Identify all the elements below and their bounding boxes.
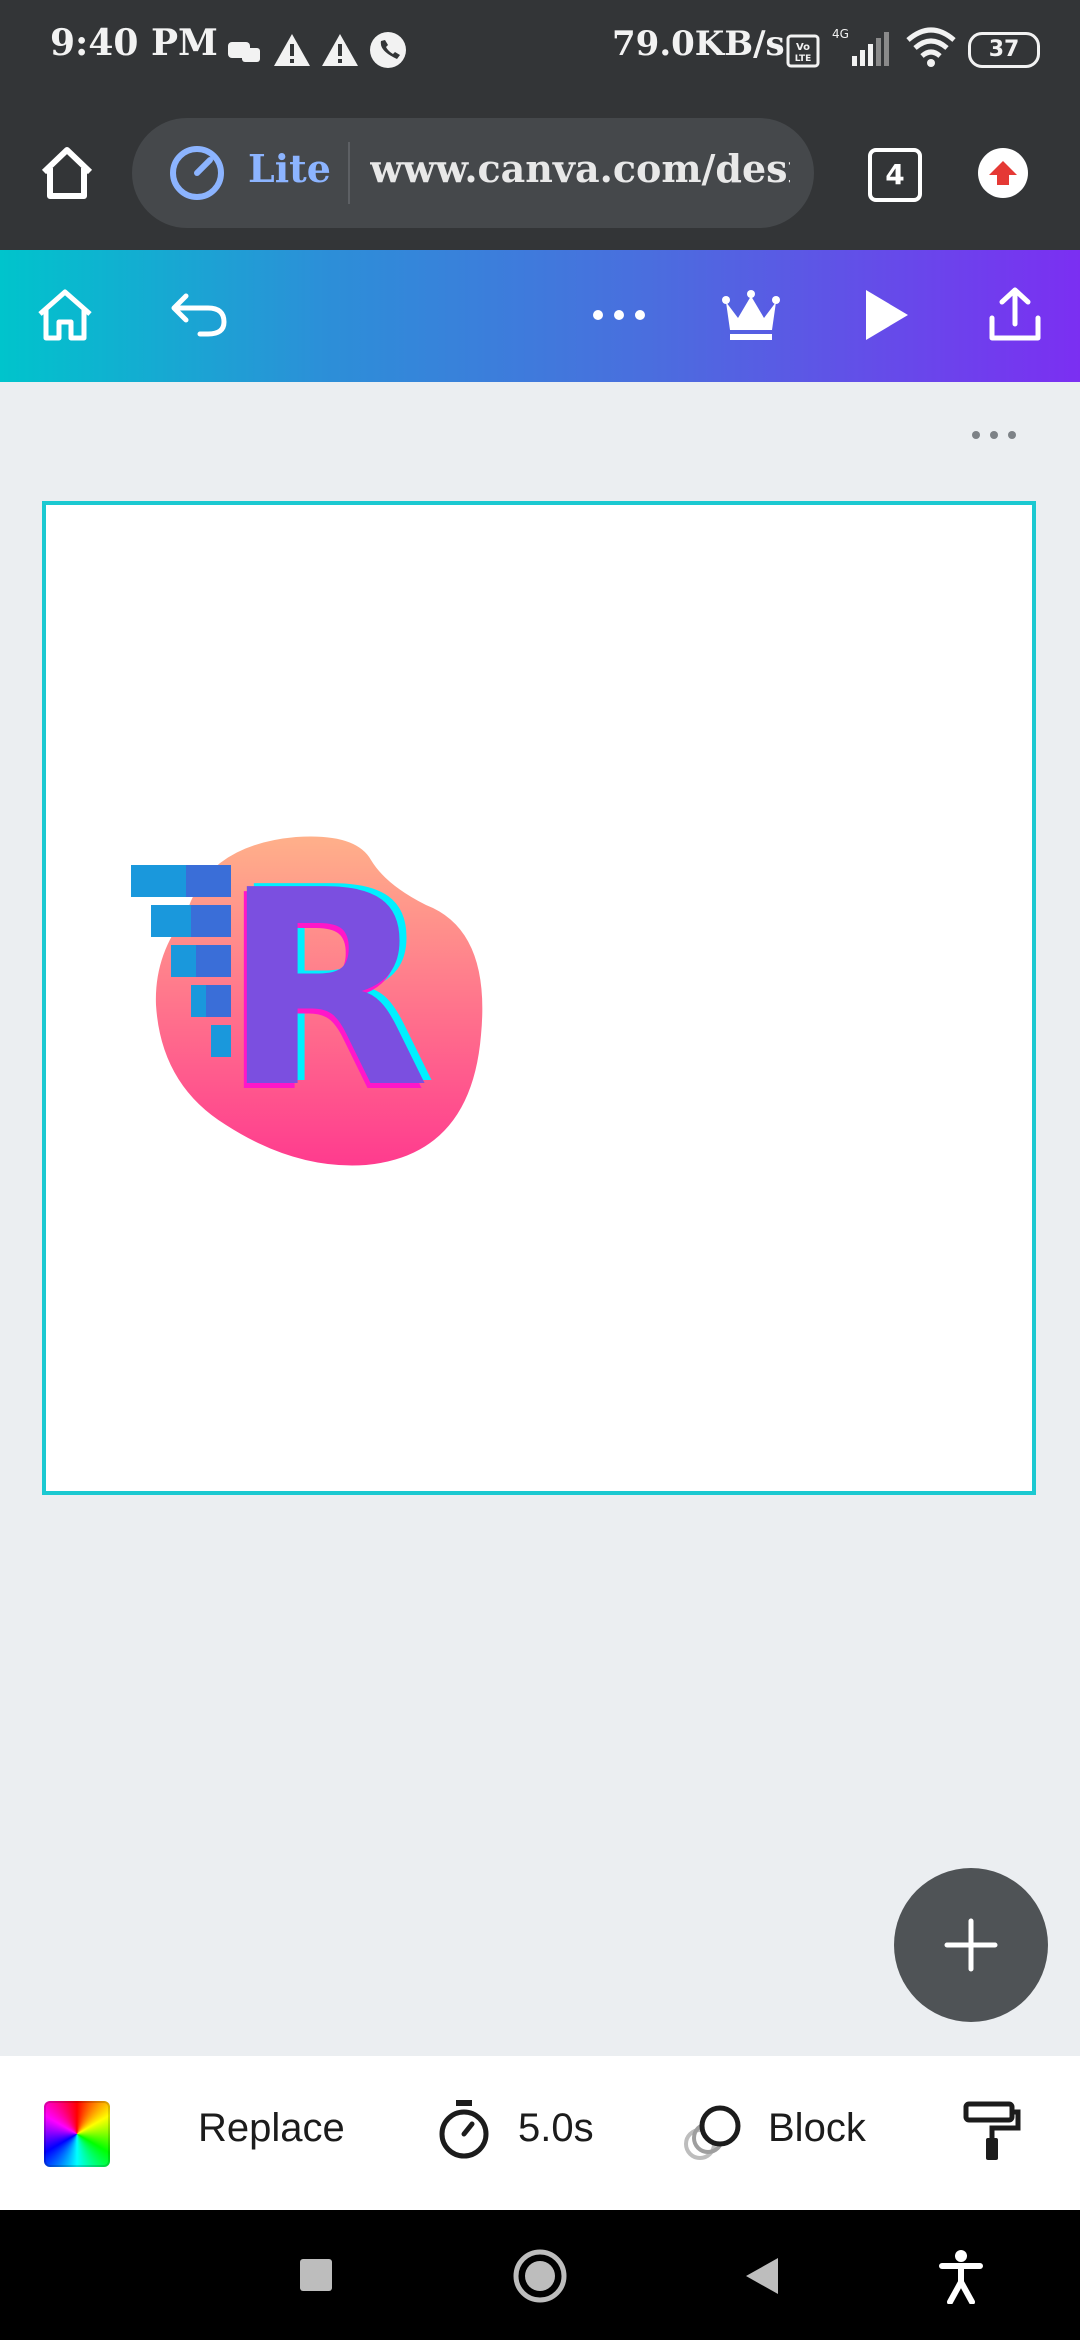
network-speed: 79.0KB/s	[612, 24, 785, 64]
battery-level: 37	[988, 37, 1020, 62]
timer-icon[interactable]	[434, 2096, 494, 2162]
home-icon[interactable]	[32, 282, 98, 348]
upload-badge[interactable]	[978, 148, 1028, 198]
volte-icon: VoLTE	[786, 34, 820, 68]
crown-icon[interactable]	[718, 282, 784, 348]
url-text[interactable]: www.canva.com/design	[370, 146, 790, 191]
tab-switcher-button[interactable]: 4	[868, 148, 922, 202]
add-element-button[interactable]	[894, 1868, 1048, 2022]
warning-icon	[322, 34, 358, 66]
signal-icon: 4G	[832, 27, 889, 66]
url-divider	[348, 142, 350, 204]
paint-roller-icon[interactable]	[960, 2098, 1024, 2164]
logo-graphic[interactable]: R R R	[126, 825, 546, 1185]
duration-button[interactable]: 5.0s	[518, 2106, 594, 2151]
color-picker-button[interactable]	[44, 2101, 110, 2167]
warning-icon	[274, 34, 310, 66]
wifi-icon	[906, 27, 956, 67]
plus-icon	[944, 1918, 998, 1972]
network-type: 4G	[832, 27, 849, 41]
accessibility-icon[interactable]	[936, 2248, 986, 2304]
home-nav-button[interactable]	[512, 2248, 568, 2304]
call-icon	[370, 32, 406, 68]
battery-icon: 37	[968, 32, 1040, 68]
logo-letter-main: R	[222, 832, 430, 1147]
design-page[interactable]: R R R	[42, 501, 1036, 1495]
animate-icon[interactable]	[682, 2098, 744, 2162]
replace-button[interactable]: Replace	[198, 2106, 345, 2151]
speedometer-icon	[170, 146, 224, 200]
svg-text:Vo: Vo	[796, 42, 810, 53]
editor-toolbar	[0, 250, 1080, 382]
status-time: 9:40 PM	[50, 22, 218, 64]
lite-mode-label: Lite	[248, 146, 331, 191]
up-arrow-icon	[989, 161, 1017, 185]
svg-text:LTE: LTE	[795, 54, 812, 64]
more-icon[interactable]	[586, 282, 652, 348]
undo-icon[interactable]	[166, 282, 232, 348]
animation-button[interactable]: Block	[768, 2106, 866, 2151]
page-more-icon[interactable]	[968, 420, 1020, 450]
back-button[interactable]	[742, 2254, 782, 2298]
play-icon[interactable]	[852, 282, 918, 348]
browser-home-icon[interactable]	[36, 142, 98, 204]
recents-button[interactable]	[300, 2259, 332, 2291]
share-icon[interactable]	[982, 282, 1048, 348]
notification-icon	[228, 42, 260, 62]
